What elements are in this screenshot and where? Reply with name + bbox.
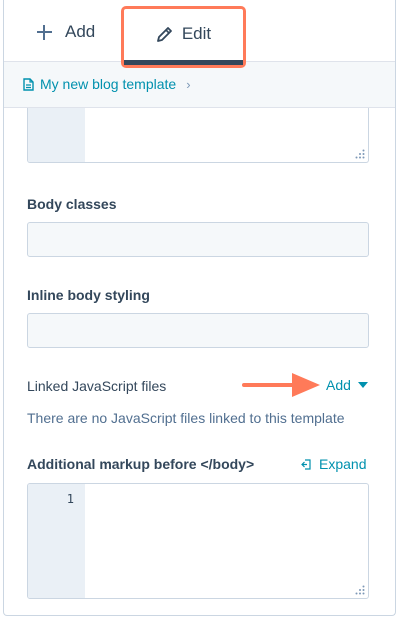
caret-down-icon [357, 382, 368, 388]
line-gutter: 1 [28, 484, 85, 598]
line-number: 1 [66, 492, 74, 506]
edit-tab-highlight: Edit [121, 6, 246, 68]
linked-js-add-label: Add [326, 377, 351, 393]
code-editor-top[interactable] [27, 108, 369, 163]
chevron-right-icon: › [186, 76, 191, 92]
body-classes-input[interactable] [27, 222, 369, 257]
body-classes-label: Body classes [27, 196, 117, 212]
breadcrumb-link[interactable]: My new blog template › [23, 76, 191, 92]
tab-add[interactable]: Add [37, 20, 95, 44]
tab-edit-label: Edit [181, 24, 212, 43]
expand-button[interactable]: Expand [301, 456, 366, 472]
markup-before-body-label: Additional markup before </body> [27, 456, 255, 472]
expand-icon [301, 458, 311, 470]
tab-edit[interactable]: Edit [124, 9, 243, 65]
breadcrumb-bar: My new blog template › [4, 62, 395, 108]
resize-grip-icon[interactable] [355, 585, 365, 595]
expand-label: Expand [319, 456, 367, 472]
line-gutter [28, 108, 85, 162]
linked-js-empty-message: There are no JavaScript files linked to … [27, 410, 345, 426]
document-icon [23, 77, 34, 91]
pencil-icon [156, 26, 172, 42]
plus-icon [37, 24, 52, 40]
arrow-annotation [242, 373, 320, 397]
tab-add-label: Add [65, 22, 96, 41]
linked-js-label: Linked JavaScript files [27, 378, 167, 394]
active-tab-indicator [124, 60, 243, 65]
breadcrumb-label: My new blog template [40, 76, 177, 92]
inline-body-styling-label: Inline body styling [27, 287, 150, 303]
inline-body-styling-input[interactable] [27, 313, 369, 348]
resize-grip-icon[interactable] [355, 149, 365, 159]
linked-js-add-dropdown[interactable]: Add [326, 377, 368, 393]
template-settings-panel: Add My new blog template › Body classes … [3, 0, 396, 616]
code-editor-before-body[interactable]: 1 [27, 483, 369, 599]
